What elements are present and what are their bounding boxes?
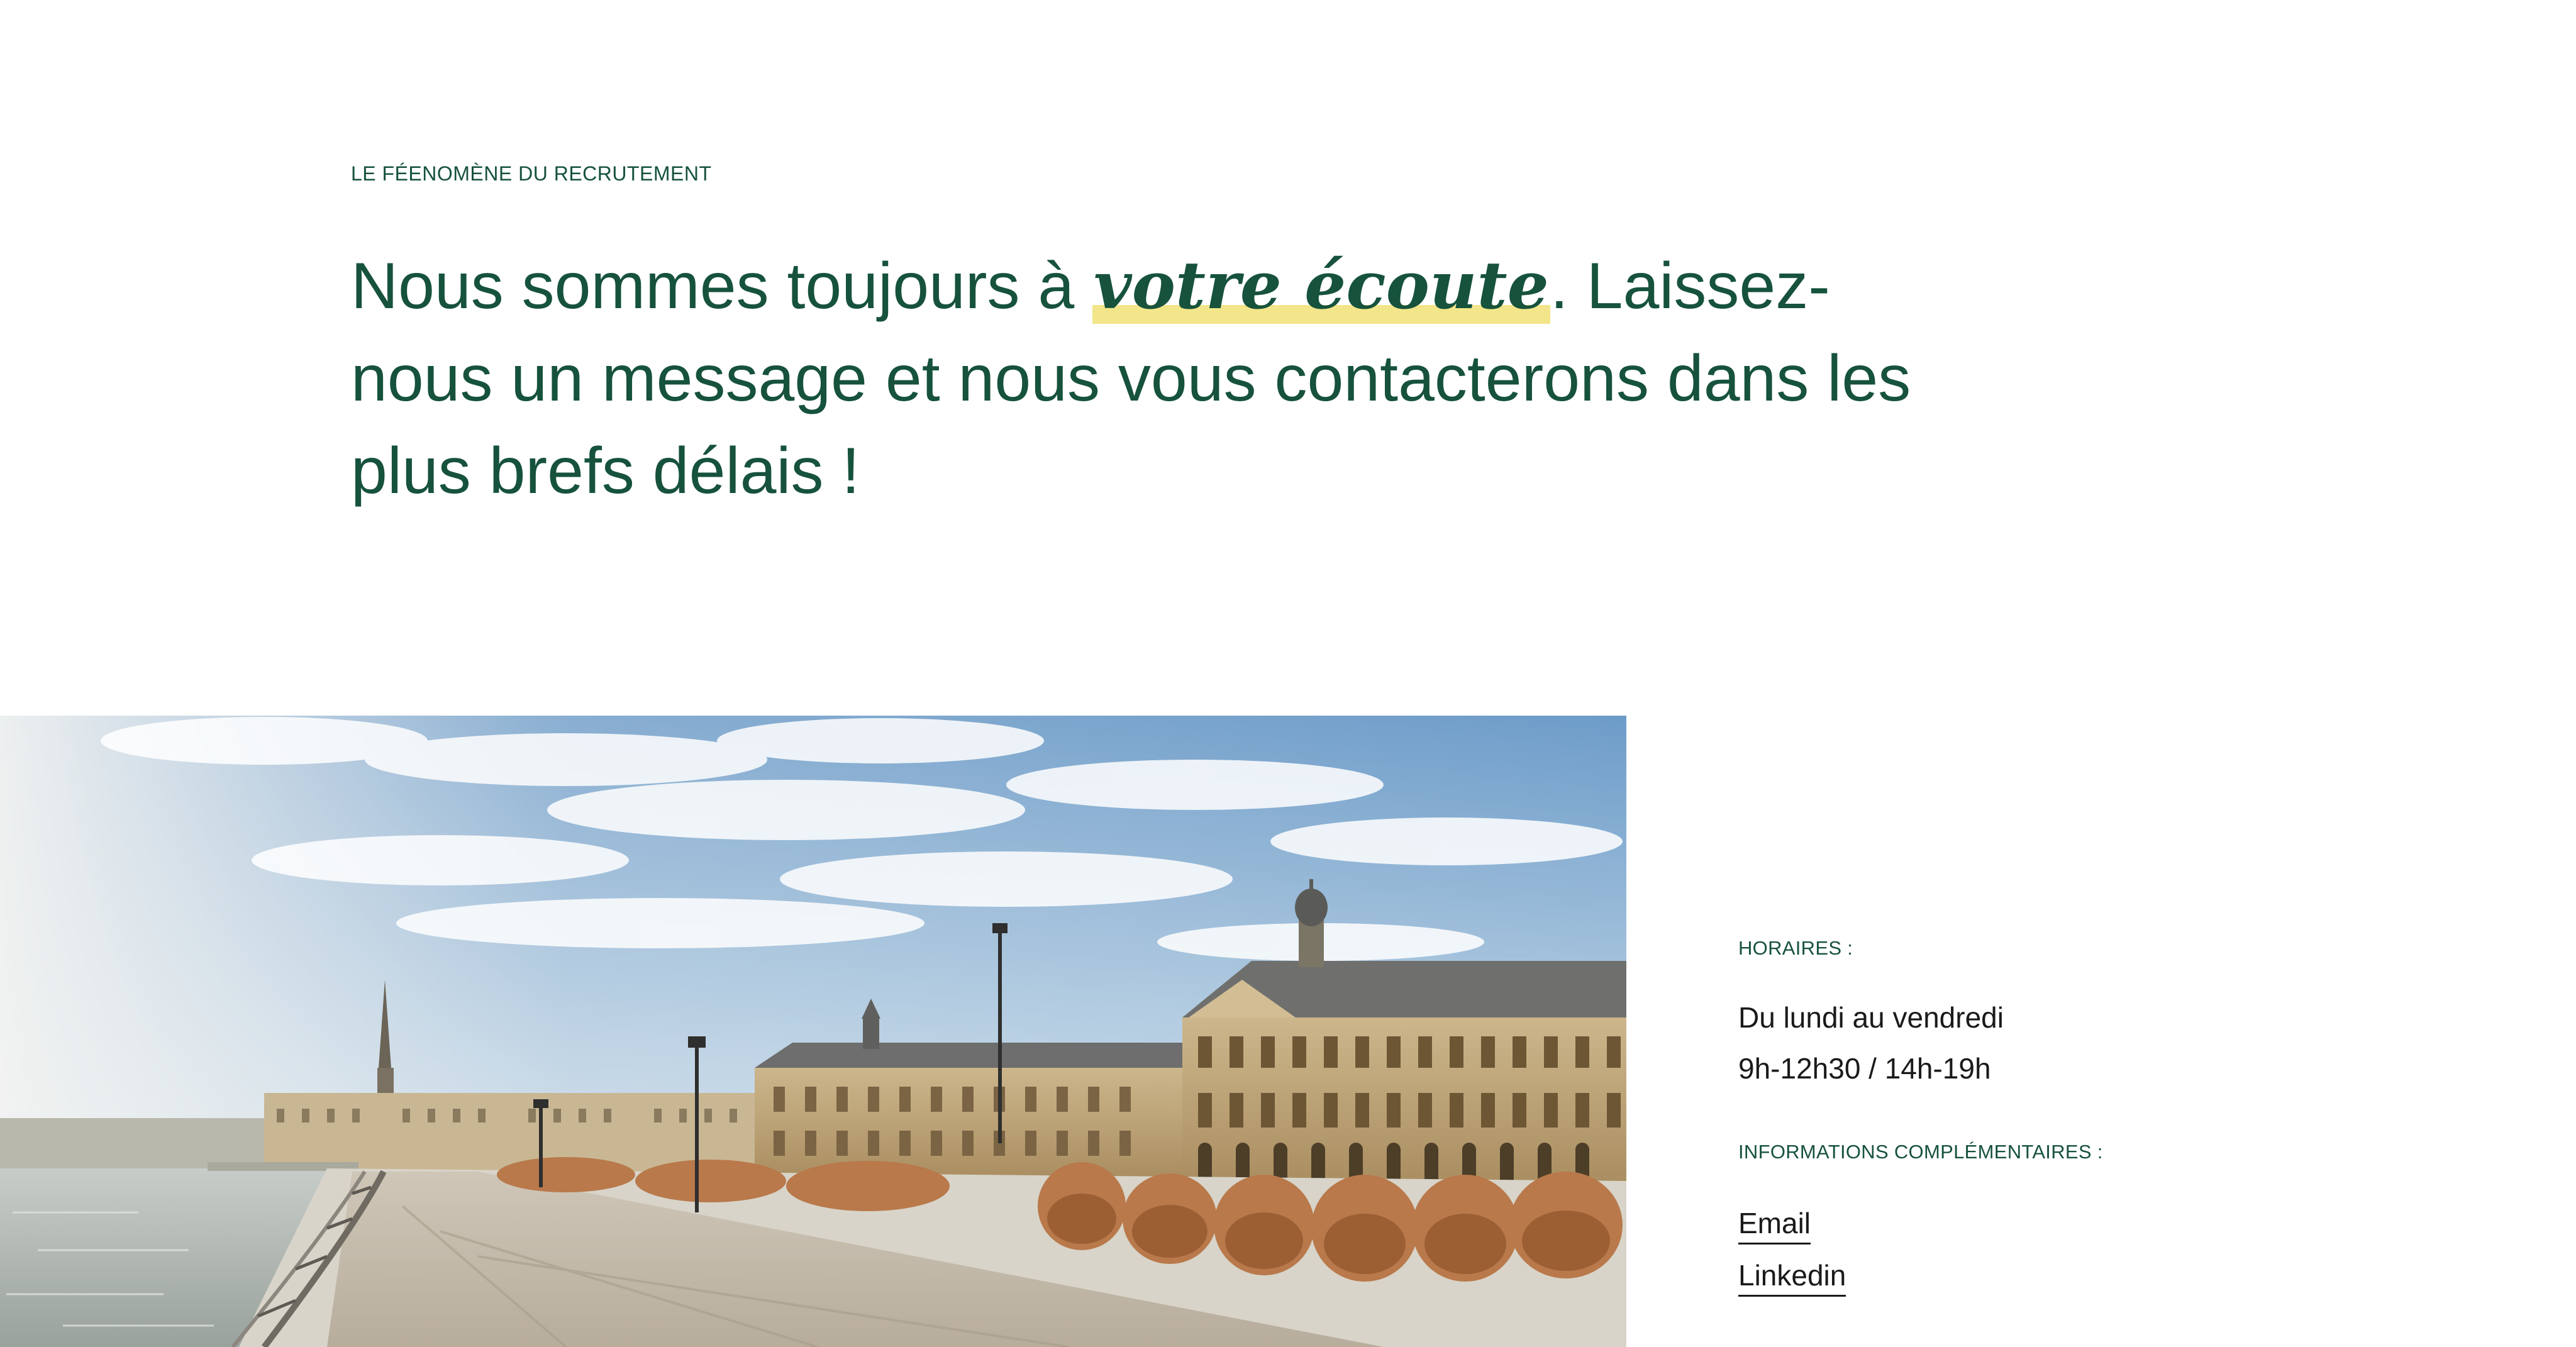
headline-text-before: Nous sommes toujours à xyxy=(351,250,1093,323)
hours-days: Du lundi au vendredi xyxy=(1738,1001,2004,1034)
page-headline: Nous sommes toujours à votre écoute. Lai… xyxy=(351,239,1923,518)
headline-highlight: votre écoute xyxy=(1092,247,1550,324)
hours-times: 9h-12h30 / 14h-19h xyxy=(1738,1052,1991,1085)
bordeaux-quay-illustration xyxy=(0,716,1626,1347)
section-eyebrow: LE FÉENOMÈNE DU RECRUTEMENT xyxy=(351,162,712,185)
hours-label: HORAIRES : xyxy=(1738,937,1853,959)
linkedin-link[interactable]: Linkedin xyxy=(1738,1256,1846,1297)
extra-info-label: INFORMATIONS COMPLÉMENTAIRES : xyxy=(1738,1141,2103,1163)
contact-info: HORAIRES : Du lundi au vendredi 9h-12h30… xyxy=(1738,937,2493,1308)
email-link[interactable]: Email xyxy=(1738,1204,1811,1244)
hero-image xyxy=(0,716,1626,1347)
